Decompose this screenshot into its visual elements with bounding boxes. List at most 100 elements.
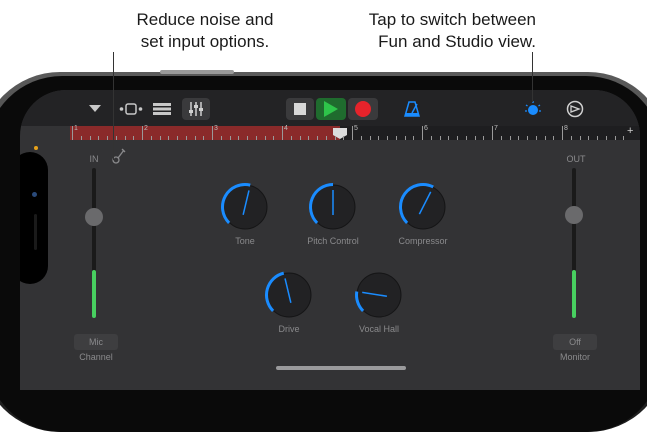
ruler-tick <box>203 136 205 140</box>
ruler-tick <box>334 136 336 140</box>
ruler-bar-number: 6 <box>424 125 428 132</box>
knob-tone[interactable] <box>220 182 270 232</box>
ruler-tick <box>527 136 528 140</box>
ruler-tick <box>317 136 318 140</box>
input-level-slider[interactable] <box>85 208 103 226</box>
ruler-bar-number: 4 <box>284 125 288 132</box>
metronome-icon <box>404 101 420 117</box>
knob-dial <box>309 183 356 230</box>
input-level-meter <box>92 270 96 318</box>
knob-label: Vocal Hall <box>358 324 400 334</box>
ruler-tick <box>98 136 100 140</box>
mixer-controls-button[interactable] <box>182 98 210 120</box>
stop-button[interactable] <box>286 98 314 120</box>
knob-label: Pitch Control <box>307 236 359 246</box>
knob-dial <box>399 183 446 230</box>
ruler-tick <box>89 136 91 140</box>
callout-right-line-1: Tap to switch between <box>368 10 536 29</box>
ruler-tick <box>273 136 275 140</box>
mixer-controls-icon <box>189 102 203 116</box>
knob-label: Compressor <box>398 236 448 246</box>
callout-noise-input: Reduce noise and set input options. <box>110 9 300 53</box>
ruler-tick <box>614 136 616 140</box>
ruler-tick <box>605 136 607 140</box>
ruler-tick <box>325 136 327 140</box>
settings-icon <box>566 100 584 118</box>
ruler-bar-number: 3 <box>214 125 218 132</box>
ruler-tick <box>465 136 467 140</box>
ruler-tick <box>422 126 423 140</box>
ruler-bar-number: 8 <box>564 125 568 132</box>
ruler-tick <box>80 136 82 140</box>
ruler-tick <box>492 126 493 140</box>
ruler-tick <box>290 136 292 140</box>
ruler-tick <box>369 136 371 140</box>
ruler-tick <box>500 136 502 140</box>
input-mic-button[interactable]: Mic <box>74 334 118 350</box>
speaker-slot <box>34 214 37 250</box>
tracks-dropdown-icon <box>89 105 101 112</box>
ruler-tick <box>220 136 222 140</box>
callout-right-line-2: Fun and Studio view. <box>378 32 536 51</box>
ruler-tick <box>544 136 546 140</box>
callout-left-leader <box>113 52 114 160</box>
knob-label: Tone <box>235 236 255 246</box>
record-icon <box>355 101 371 117</box>
ruler-tick <box>509 136 511 140</box>
metronome-button[interactable] <box>400 98 424 120</box>
ruler-tick <box>282 126 283 140</box>
timeline-ruler[interactable]: 1 2 3 4 5 6 7 8 + <box>70 125 640 140</box>
knob-drive[interactable] <box>264 270 314 320</box>
view-switch-icon <box>525 101 541 115</box>
fx-view-button[interactable] <box>118 98 144 120</box>
monitor-caption: Monitor <box>559 352 590 362</box>
ruler-tick <box>72 126 73 140</box>
stop-icon <box>294 103 306 115</box>
input-indicator-dot <box>34 146 38 150</box>
knob-pitch-control[interactable] <box>308 182 358 232</box>
ruler-tick <box>107 136 108 140</box>
home-indicator <box>276 366 406 370</box>
ruler-tick <box>360 136 362 140</box>
ruler-tick <box>159 136 161 140</box>
knob-label: Drive <box>278 324 300 334</box>
ruler-tick <box>264 136 266 140</box>
ruler-tick <box>229 136 231 140</box>
ruler-tick <box>212 126 213 140</box>
record-button[interactable] <box>348 98 378 120</box>
side-notch <box>20 152 48 284</box>
ruler-tick <box>448 136 450 140</box>
monitor-toggle-button[interactable]: Off <box>553 334 597 350</box>
ruler-tick <box>553 136 555 140</box>
knob-compressor[interactable] <box>398 182 448 232</box>
ruler-tick <box>562 126 563 140</box>
input-settings-icon[interactable] <box>112 148 126 164</box>
tracks-dropdown-button[interactable] <box>84 98 106 120</box>
ruler-tick <box>597 136 598 140</box>
callout-right-leader <box>532 52 533 102</box>
output-label: OUT <box>566 154 586 164</box>
view-switch-button[interactable] <box>522 98 544 120</box>
ruler-tick <box>115 136 117 140</box>
ruler-bar-number: 2 <box>144 125 148 132</box>
ruler-tick <box>177 136 178 140</box>
ruler-tick <box>439 136 441 140</box>
knob-vocal-hall[interactable] <box>354 270 404 320</box>
ruler-tick <box>352 126 353 140</box>
ruler-tick <box>623 136 625 140</box>
ruler-tick <box>168 136 170 140</box>
ruler-bar-number: 5 <box>354 125 358 132</box>
settings-button[interactable] <box>564 98 586 120</box>
play-icon <box>324 101 338 117</box>
ruler-tick <box>299 136 301 140</box>
ruler-tick <box>238 136 240 140</box>
ruler-tick <box>430 136 432 140</box>
tracks-view-button[interactable] <box>150 98 174 120</box>
play-button[interactable] <box>316 98 346 120</box>
output-level-slider[interactable] <box>565 206 583 224</box>
ruler-tick <box>457 136 458 140</box>
ruler-tick <box>133 136 135 140</box>
phone-button <box>160 70 234 74</box>
add-section-button[interactable]: + <box>627 125 633 137</box>
ruler-bar-number: 7 <box>494 125 498 132</box>
